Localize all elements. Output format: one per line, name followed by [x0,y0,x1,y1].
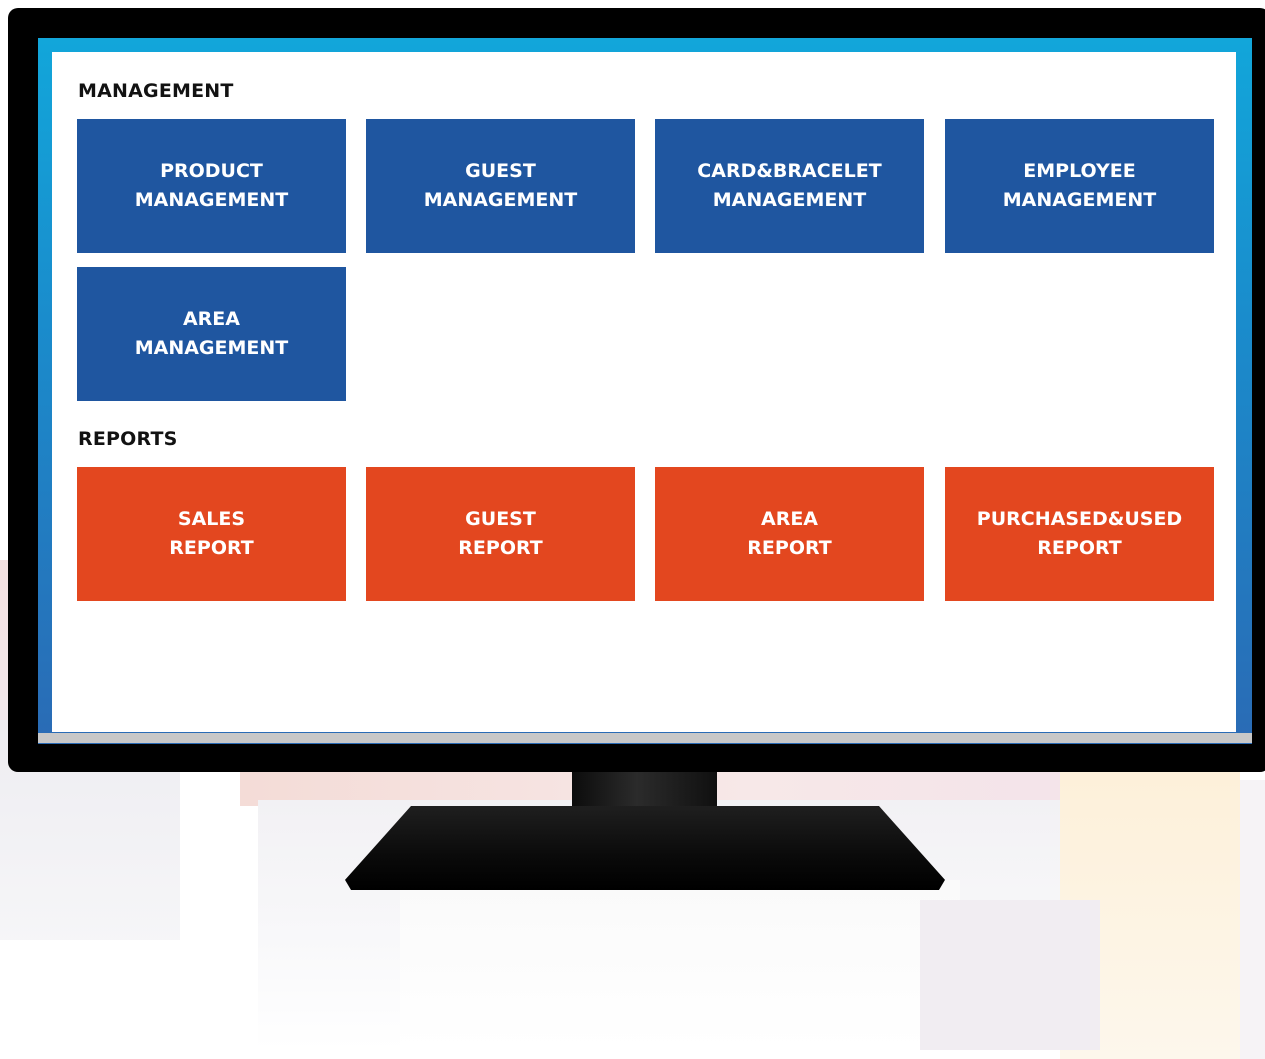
tile-label: EMPLOYEE MANAGEMENT [1002,160,1157,211]
product-management-button[interactable]: PRODUCT MANAGEMENT [77,119,346,253]
tile-label: GUEST REPORT [458,508,543,559]
guest-report-button[interactable]: GUEST REPORT [366,467,635,601]
reports-heading: REPORTS [78,428,178,450]
tile-label: GUEST MANAGEMENT [423,160,578,211]
background-panel [0,940,300,1059]
guest-management-button[interactable]: GUEST MANAGEMENT [366,119,635,253]
tile-label: AREA MANAGEMENT [134,308,289,359]
tile-label: PURCHASED&USED REPORT [976,508,1183,559]
tile-label: CARD&BRACELET MANAGEMENT [697,160,882,211]
background-panel [920,900,1100,1050]
monitor-stand-base [345,806,945,890]
tile-label: SALES REPORT [169,508,254,559]
tile-label: PRODUCT MANAGEMENT [134,160,289,211]
area-report-button[interactable]: AREA REPORT [655,467,924,601]
card-bracelet-management-button[interactable]: CARD&BRACELET MANAGEMENT [655,119,924,253]
purchased-used-report-button[interactable]: PURCHASED&USED REPORT [945,467,1214,601]
management-heading: MANAGEMENT [78,80,234,102]
screen-bottom-bar [38,733,1252,743]
dashboard-screen: MANAGEMENT PRODUCT MANAGEMENT GUEST MANA… [52,52,1236,732]
sales-report-button[interactable]: SALES REPORT [77,467,346,601]
tile-label: AREA REPORT [747,508,832,559]
employee-management-button[interactable]: EMPLOYEE MANAGEMENT [945,119,1214,253]
background-panel [1240,780,1265,1059]
area-management-button[interactable]: AREA MANAGEMENT [77,267,346,401]
counter-front [400,880,960,1050]
